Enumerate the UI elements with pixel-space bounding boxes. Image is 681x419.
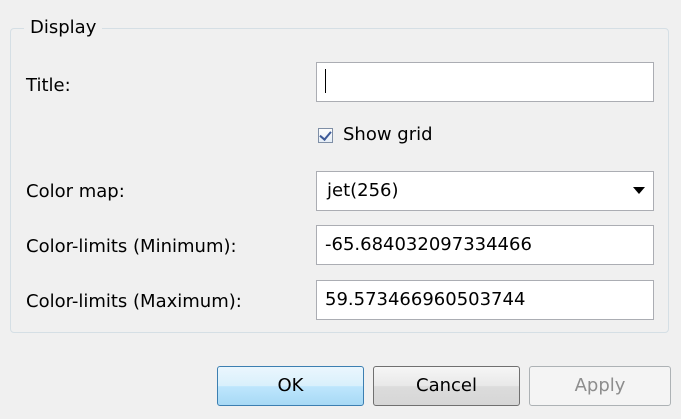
- cancel-button[interactable]: Cancel: [373, 366, 520, 406]
- color-map-select[interactable]: jet(256): [316, 171, 654, 211]
- text-cursor: [325, 69, 326, 93]
- color-limits-max-label: Color-limits (Maximum):: [26, 291, 242, 312]
- color-limits-max-value: 59.573466960503744: [325, 289, 526, 310]
- show-grid-checkbox-row[interactable]: Show grid: [318, 122, 433, 148]
- checkmark-icon: [319, 127, 332, 141]
- color-limits-min-label: Color-limits (Minimum):: [26, 236, 237, 257]
- show-grid-label: Show grid: [343, 124, 433, 145]
- title-input[interactable]: [316, 62, 654, 102]
- apply-button[interactable]: Apply: [529, 366, 671, 406]
- title-label: Title:: [26, 75, 71, 96]
- display-group-legend: Display: [24, 14, 103, 42]
- color-limits-max-input[interactable]: 59.573466960503744: [316, 280, 654, 320]
- show-grid-checkbox[interactable]: [318, 127, 333, 143]
- color-limits-min-input[interactable]: -65.684032097334466: [316, 225, 654, 265]
- chevron-down-icon[interactable]: [633, 187, 645, 194]
- color-limits-min-value: -65.684032097334466: [325, 234, 532, 255]
- ok-button[interactable]: OK: [217, 366, 364, 406]
- color-map-selected-value: jet(256): [327, 180, 399, 201]
- color-map-label: Color map:: [26, 181, 125, 202]
